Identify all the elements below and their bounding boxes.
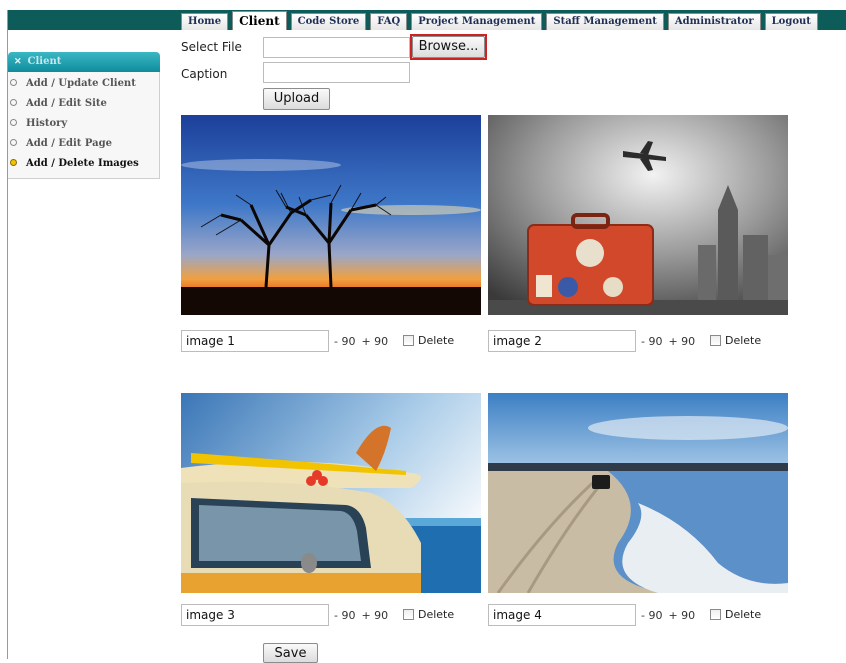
image-thumbnail-2 (488, 115, 788, 315)
sidebar-item-add-delete-images[interactable]: Add / Delete Images (8, 154, 159, 174)
delete-checkbox[interactable] (710, 609, 721, 620)
rotate-controls-4: - 90 + 90 (641, 609, 701, 622)
sidebar-item-label: Add / Delete Images (26, 158, 139, 169)
rotate-left-link[interactable]: - 90 (641, 335, 662, 348)
delete-option-3[interactable]: Delete (403, 608, 454, 621)
delete-checkbox[interactable] (403, 609, 414, 620)
save-button[interactable]: Save (263, 643, 318, 663)
image-thumbnail-4 (488, 393, 788, 593)
sidebar-item-add-edit-site[interactable]: Add / Edit Site (8, 94, 159, 114)
delete-option-1[interactable]: Delete (403, 334, 454, 347)
select-file-label: Select File (181, 40, 242, 54)
tab-code-store[interactable]: Code Store (290, 13, 367, 30)
tab-home[interactable]: Home (181, 13, 229, 30)
bullet-icon (10, 119, 17, 126)
bullet-icon (10, 139, 17, 146)
collapse-icon: ✕ (14, 57, 22, 67)
caption-label: Caption (181, 67, 228, 81)
image-thumbnail-1 (181, 115, 481, 315)
bullet-icon (10, 79, 17, 86)
image-caption-input-2[interactable]: image 2 (488, 330, 636, 352)
sidebar-item-history[interactable]: History (8, 114, 159, 134)
tab-client[interactable]: Client (232, 11, 287, 30)
image-caption-input-1[interactable]: image 1 (181, 330, 329, 352)
browse-highlight (410, 34, 487, 60)
caption-input[interactable] (263, 62, 410, 83)
sidebar-item-label: Add / Edit Page (26, 138, 112, 149)
delete-checkbox[interactable] (710, 335, 721, 346)
tab-administrator[interactable]: Administrator (667, 13, 761, 30)
rotate-right-link[interactable]: + 90 (361, 335, 388, 348)
delete-option-2[interactable]: Delete (710, 334, 761, 347)
rotate-right-link[interactable]: + 90 (668, 609, 695, 622)
rotate-left-link[interactable]: - 90 (641, 609, 662, 622)
sidebar-menu: Add / Update Client Add / Edit Site Hist… (8, 72, 160, 179)
delete-option-4[interactable]: Delete (710, 608, 761, 621)
file-path-field[interactable] (263, 37, 410, 58)
delete-checkbox[interactable] (403, 335, 414, 346)
sidebar-item-label: Add / Update Client (26, 78, 136, 89)
delete-label: Delete (418, 608, 455, 621)
active-bullet-icon (10, 159, 17, 166)
tab-project-management[interactable]: Project Management (411, 13, 543, 30)
sidebar-header-label: Client (27, 56, 62, 67)
delete-label: Delete (725, 334, 762, 347)
rotate-left-link[interactable]: - 90 (334, 609, 355, 622)
tab-logout[interactable]: Logout (764, 13, 818, 30)
image-caption-input-4[interactable]: image 4 (488, 604, 636, 626)
bullet-icon (10, 99, 17, 106)
sidebar-item-label: History (26, 118, 68, 129)
rotate-left-link[interactable]: - 90 (334, 335, 355, 348)
image-thumbnail-3 (181, 393, 481, 593)
main-tabs: Home Client Code Store FAQ Project Manag… (181, 11, 822, 30)
tab-staff-management[interactable]: Staff Management (546, 13, 664, 30)
rotate-right-link[interactable]: + 90 (668, 335, 695, 348)
rotate-right-link[interactable]: + 90 (361, 609, 388, 622)
sidebar-header[interactable]: ✕ Client (8, 52, 160, 72)
delete-label: Delete (418, 334, 455, 347)
sidebar-item-add-update-client[interactable]: Add / Update Client (8, 74, 159, 94)
sidebar: ✕ Client Add / Update Client Add / Edit S… (8, 52, 160, 179)
tab-faq[interactable]: FAQ (370, 13, 408, 30)
image-caption-input-3[interactable]: image 3 (181, 604, 329, 626)
rotate-controls-1: - 90 + 90 (334, 335, 394, 348)
upload-button[interactable]: Upload (263, 88, 330, 110)
sidebar-item-add-edit-page[interactable]: Add / Edit Page (8, 134, 159, 154)
sidebar-item-label: Add / Edit Site (26, 98, 107, 109)
rotate-controls-2: - 90 + 90 (641, 335, 701, 348)
rotate-controls-3: - 90 + 90 (334, 609, 394, 622)
delete-label: Delete (725, 608, 762, 621)
